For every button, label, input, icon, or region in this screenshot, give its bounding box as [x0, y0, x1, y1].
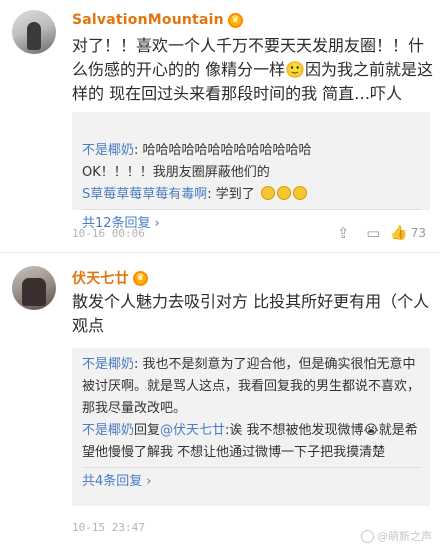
reply-mention[interactable]: @伏天七廿 — [160, 423, 225, 438]
username[interactable]: 伏天七廿 — [72, 268, 129, 288]
reply-author[interactable]: 不是椰奶 — [82, 423, 134, 438]
reply-box: 不是椰奶: 我也不是刻意为了迎合他，但是确实很怕无意中被讨厌啊。就是骂人这点，我… — [72, 348, 430, 506]
timestamp: 10-15 23:47 — [72, 520, 145, 534]
comment-item: SalvationMountain ♛ 对了！！喜欢一个人千万不要天天发朋友圈！… — [0, 0, 440, 254]
username-row: SalvationMountain ♛ — [72, 10, 243, 30]
avatar-figure — [22, 278, 46, 306]
more-replies-link[interactable]: 共4条回复 › — [82, 472, 422, 492]
watermark: @萌新之声 — [361, 528, 432, 544]
reply-author[interactable]: 不是椰奶 — [82, 143, 134, 158]
comment-text: 对了！！喜欢一个人千万不要天天发朋友圈！！什么伤感的开心的的 像精分一样🙂因为我… — [72, 36, 434, 103]
watermark-text: @萌新之声 — [377, 530, 432, 543]
thumb-up-icon: 👍 — [390, 225, 408, 241]
comment-separator — [0, 252, 440, 253]
reply-mid: 回复 — [134, 423, 161, 438]
avatar[interactable] — [12, 266, 56, 310]
comment-meta: 10-16 00:06 ⇪ ▭ 👍 73 — [72, 222, 434, 244]
like-count: 73 — [410, 226, 426, 240]
username[interactable]: SalvationMountain — [72, 12, 224, 28]
reply-item[interactable]: 不是椰奶: 我也不是刻意为了迎合他，但是确实很怕无意中被讨厌啊。就是骂人这点，我… — [82, 354, 422, 420]
comment-item: 伏天七廿 ♛ 散发个人魅力去吸引对方 比投其所好更有用（个人观点 不是椰奶: 我… — [0, 254, 440, 550]
vip-badge-icon: ♛ — [227, 12, 243, 28]
laugh-emoji-icon — [260, 186, 275, 200]
like-button[interactable]: 👍 73 — [390, 225, 426, 241]
divider — [82, 209, 422, 210]
reply-text: : 学到了 — [207, 187, 255, 202]
reply-icon[interactable]: ▭ — [358, 222, 388, 244]
avatar-figure — [27, 22, 41, 50]
laugh-emoji-icon — [292, 186, 307, 200]
vip-badge-icon: ♛ — [132, 270, 148, 286]
comment-text: 散发个人魅力去吸引对方 比投其所好更有用（个人观点 — [72, 292, 430, 335]
reply-item[interactable]: 不是椰奶: 哈哈哈哈哈哈哈哈哈哈哈哈哈 OK！！！！我朋友圈屏蔽他们的 — [82, 118, 422, 184]
more-replies-label: 共4条回复 — [82, 474, 143, 489]
reply-item[interactable]: 不是椰奶回复@伏天七廿:诶 我不想被他发现微博😭就是希望他慢慢了解我 不想让他通… — [82, 420, 422, 464]
reply-item[interactable]: S草莓草莓草莓有毒啊: 学到了 — [82, 184, 422, 206]
username-row: 伏天七廿 ♛ — [72, 268, 148, 288]
divider — [82, 467, 422, 468]
chevron-right-icon: › — [146, 474, 152, 489]
reply-author[interactable]: S草莓草莓草莓有毒啊 — [82, 187, 207, 202]
weibo-logo-icon — [361, 529, 374, 543]
reply-box: 不是椰奶: 哈哈哈哈哈哈哈哈哈哈哈哈哈 OK！！！！我朋友圈屏蔽他们的 S草莓草… — [72, 112, 430, 231]
avatar[interactable] — [12, 10, 56, 54]
share-icon[interactable]: ⇪ — [328, 222, 358, 244]
reply-author[interactable]: 不是椰奶 — [82, 357, 134, 372]
comment-actions: ⇪ ▭ 👍 73 — [328, 222, 426, 244]
laugh-emoji-icon — [276, 186, 291, 200]
timestamp: 10-16 00:06 — [72, 226, 145, 240]
